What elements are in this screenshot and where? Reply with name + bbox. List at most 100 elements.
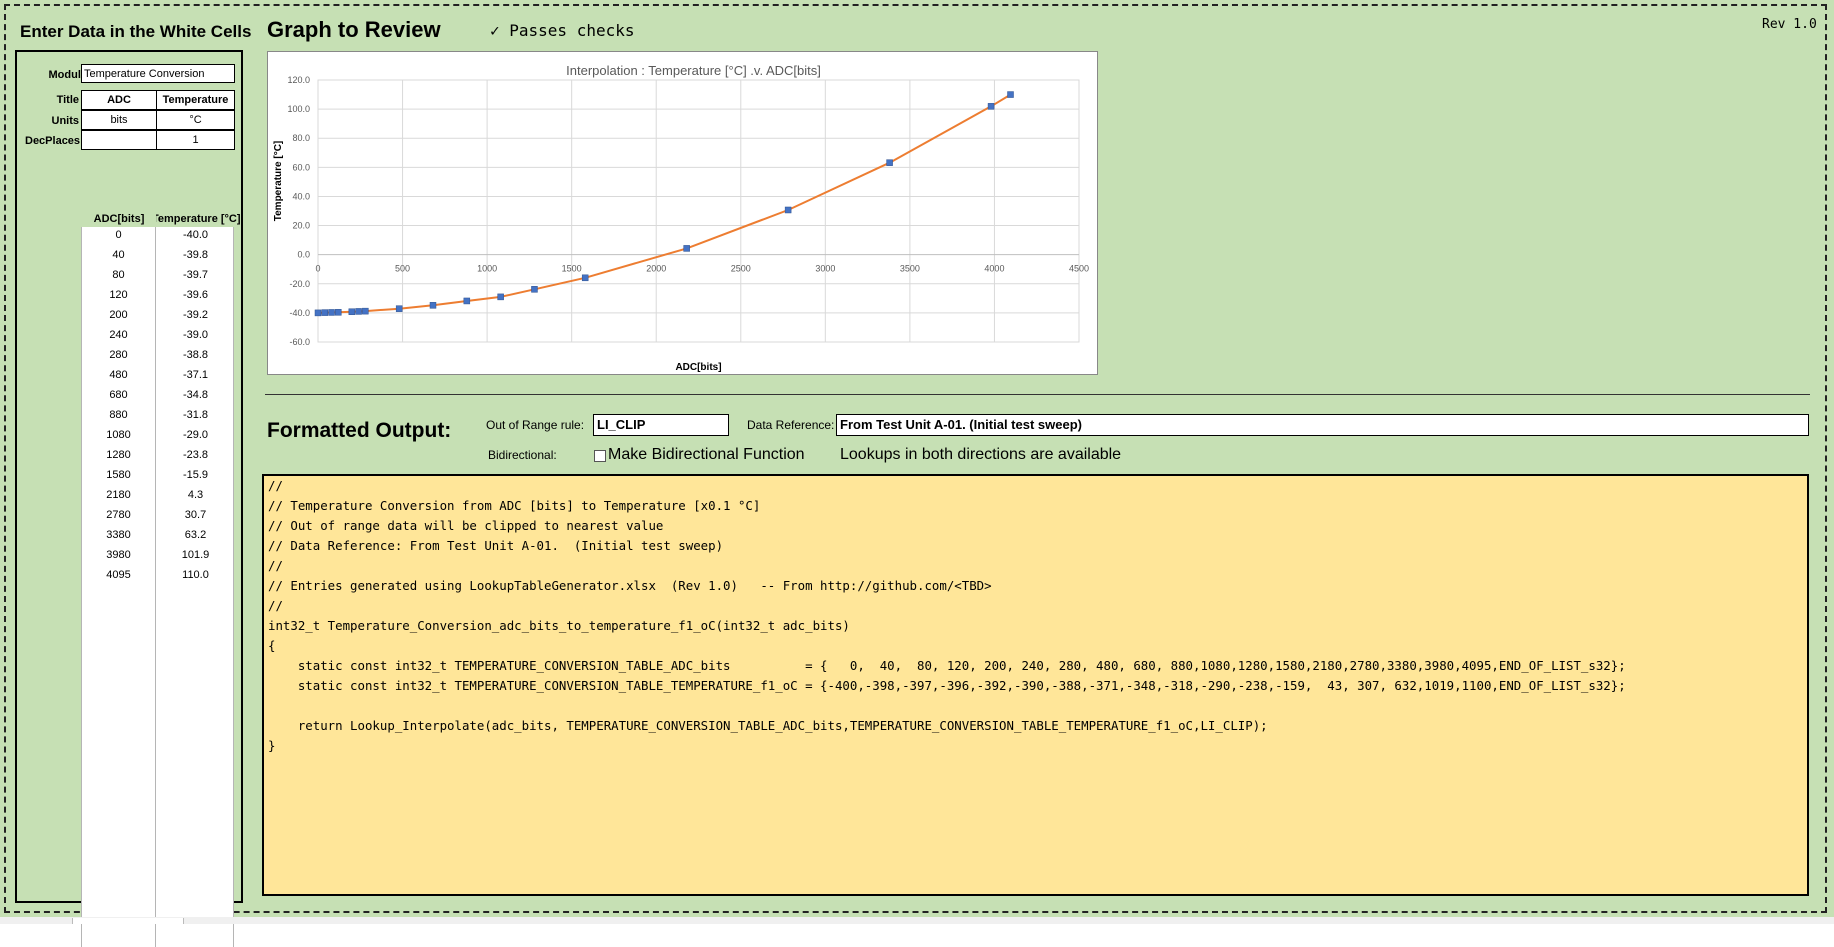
adc-value-cell[interactable]: 280 (81, 349, 156, 361)
temperature-value-cell[interactable]: -39.6 (156, 289, 235, 301)
adc-value-cell[interactable]: 1580 (81, 469, 156, 481)
code-line: // Out of range data will be clipped to … (268, 518, 664, 533)
col-a-title-input[interactable]: ADC (81, 90, 157, 110)
temperature-value-cell[interactable]: -38.8 (156, 349, 235, 361)
title-label: Title (56, 94, 79, 106)
x-tick-label: 1500 (562, 264, 582, 274)
revision-label: Rev 1.0 (1762, 17, 1817, 32)
data-point (683, 245, 690, 252)
formatted-code-output[interactable]: // // Temperature Conversion from ADC [bi… (262, 474, 1809, 896)
data-point (335, 309, 342, 316)
temperature-value-cell[interactable]: -39.2 (156, 309, 235, 321)
adc-value-cell[interactable]: 4095 (81, 569, 156, 581)
temperature-value-cell[interactable]: 101.9 (156, 549, 235, 561)
col-a-decplaces-input[interactable] (81, 130, 157, 150)
data-point (429, 302, 437, 309)
sheet-tab[interactable] (72, 918, 184, 924)
module-label: Module (48, 69, 88, 81)
range-rule-input[interactable]: LI_CLIP (593, 414, 729, 436)
adc-value-cell[interactable]: 0 (81, 229, 156, 241)
col-b-title-input[interactable]: Temperature (156, 90, 235, 110)
output-heading: Formatted Output: (267, 419, 452, 442)
bidirectional-note: Lookups in both directions are available (840, 446, 1122, 463)
code-line: static const int32_t TEMPERATURE_CONVERS… (268, 658, 1626, 673)
adc-value-cell[interactable]: 200 (81, 309, 156, 321)
temperature-value-cell[interactable]: -23.8 (156, 449, 235, 461)
interpolation-chart[interactable]: Interpolation : Temperature [°C] .v. ADC… (267, 51, 1098, 375)
data-reference-input[interactable]: From Test Unit A-01. (Initial test sweep… (836, 414, 1809, 436)
data-point (348, 308, 356, 315)
temperature-value-cell[interactable]: -31.8 (156, 409, 235, 421)
temperature-value-cell[interactable]: 4.3 (156, 489, 235, 501)
temperature-value-cell[interactable]: -39.8 (156, 249, 235, 261)
y-tick-label: 100.0 (287, 104, 310, 114)
x-tick-label: 2500 (731, 264, 751, 274)
y-tick-label: 0.0 (297, 250, 310, 260)
x-tick-label: 2000 (646, 264, 666, 274)
adc-value-cell[interactable]: 680 (81, 389, 156, 401)
code-line: // (268, 598, 283, 613)
code-line: // (268, 478, 283, 493)
bidirectional-checkbox[interactable] (594, 450, 606, 462)
temperature-value-cell[interactable]: 110.0 (156, 569, 235, 581)
y-tick-label: -40.0 (289, 308, 310, 318)
decplaces-label: DecPlaces (25, 135, 81, 147)
code-line: // Temperature Conversion from ADC [bits… (268, 498, 761, 513)
temperature-value-cell[interactable]: 30.7 (156, 509, 235, 521)
series-line (317, 93, 1012, 314)
code-line: // (268, 558, 283, 573)
units-label: Units (51, 115, 80, 127)
temperature-value-cell[interactable]: -29.0 (156, 429, 235, 441)
adc-value-cell[interactable]: 480 (81, 369, 156, 381)
temperature-value-cell[interactable]: -15.9 (156, 469, 235, 481)
data-point (886, 159, 893, 166)
worksheet: Enter Data in the White Cells Module Tem… (0, 0, 1834, 947)
adc-value-cell[interactable]: 2780 (81, 509, 156, 521)
y-tick-label: 40.0 (292, 191, 310, 201)
chart-title: Interpolation : Temperature [°C] .v. ADC… (566, 63, 821, 78)
data-point (321, 309, 329, 316)
adc-value-cell[interactable]: 3380 (81, 529, 156, 541)
adc-value-cell[interactable]: 1080 (81, 429, 156, 441)
data-point (355, 308, 362, 315)
y-axis-title: Temperature [°C] (273, 141, 284, 222)
code-line: // Data Reference: From Test Unit A-01. … (268, 538, 724, 553)
adc-value-cell[interactable]: 80 (81, 269, 156, 281)
range-rule-label: Out of Range rule: (486, 418, 585, 432)
adc-value-cell[interactable]: 40 (81, 249, 156, 261)
data-point (987, 103, 995, 110)
bidirectional-checkbox-label[interactable]: Make Bidirectional Function (608, 446, 805, 464)
temperature-value-cell[interactable]: -34.8 (156, 389, 235, 401)
adc-value-cell[interactable]: 240 (81, 329, 156, 341)
y-tick-label: -60.0 (289, 337, 310, 347)
data-point (362, 307, 369, 315)
adc-value-cell[interactable]: 1280 (81, 449, 156, 461)
col-b-decplaces-input[interactable]: 1 (156, 130, 235, 150)
temperature-value-cell[interactable]: -39.7 (156, 269, 235, 281)
adc-value-cell[interactable]: 3980 (81, 549, 156, 561)
code-line: { (268, 638, 276, 653)
x-tick-label: 4500 (1069, 264, 1089, 274)
chart-svg: Interpolation : Temperature [°C] .v. ADC… (273, 63, 1089, 373)
data-reference-label: Data Reference: (747, 418, 835, 432)
temperature-value-cell[interactable]: 63.2 (156, 529, 235, 541)
temperature-value-cell[interactable]: -39.0 (156, 329, 235, 341)
data-point (463, 297, 471, 305)
x-tick-label: 4000 (984, 264, 1004, 274)
x-tick-label: 3500 (900, 264, 920, 274)
data-header-temperature: Temperature [°C] (156, 213, 241, 225)
col-b-units-input[interactable]: °C (156, 110, 235, 130)
sheet-tab-bar (0, 917, 1834, 924)
data-point (784, 206, 792, 214)
adc-value-cell[interactable]: 880 (81, 409, 156, 421)
adc-value-cell[interactable]: 2180 (81, 489, 156, 501)
x-tick-label: 1000 (477, 264, 497, 274)
data-header-adc: ADC[bits] (93, 213, 145, 225)
temperature-value-cell[interactable]: -40.0 (156, 229, 235, 241)
adc-value-cell[interactable]: 120 (81, 289, 156, 301)
temperature-value-cell[interactable]: -37.1 (156, 369, 235, 381)
module-input[interactable]: Temperature Conversion (81, 64, 235, 83)
col-a-units-input[interactable]: bits (81, 110, 157, 130)
code-line: static const int32_t TEMPERATURE_CONVERS… (268, 678, 1626, 693)
data-point (395, 305, 403, 312)
